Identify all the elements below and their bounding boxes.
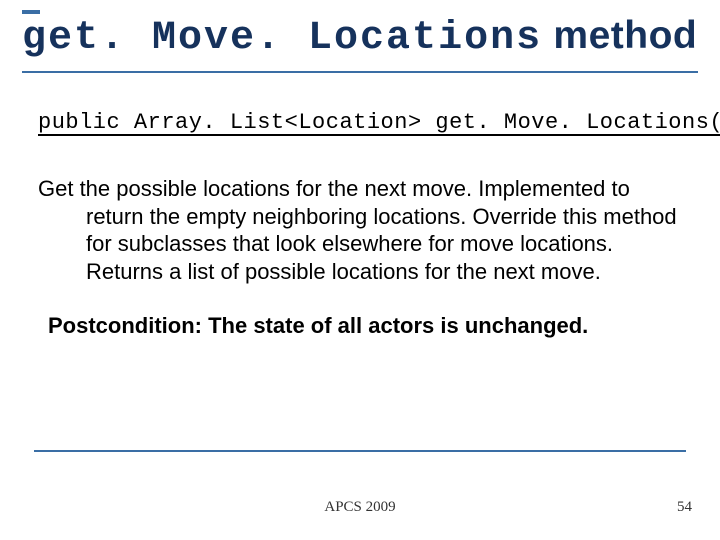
description-text: Get the possible locations for the next …: [38, 175, 690, 285]
method-signature: public Array. List<Location> get. Move. …: [38, 110, 690, 135]
bottom-rule: [34, 450, 686, 452]
method-description: Get the possible locations for the next …: [38, 175, 690, 285]
title-rest: method: [542, 14, 697, 57]
content-area: public Array. List<Location> get. Move. …: [38, 110, 690, 363]
title-block: get. Move. Locations method: [22, 10, 698, 73]
slide-title: get. Move. Locations method: [22, 12, 698, 73]
postcondition: Postcondition: The state of all actors i…: [38, 313, 690, 339]
page-number: 54: [677, 499, 692, 516]
slide: get. Move. Locations method public Array…: [0, 0, 720, 540]
footer-center: APCS 2009: [0, 499, 720, 516]
title-code: get. Move. Locations: [22, 16, 542, 61]
